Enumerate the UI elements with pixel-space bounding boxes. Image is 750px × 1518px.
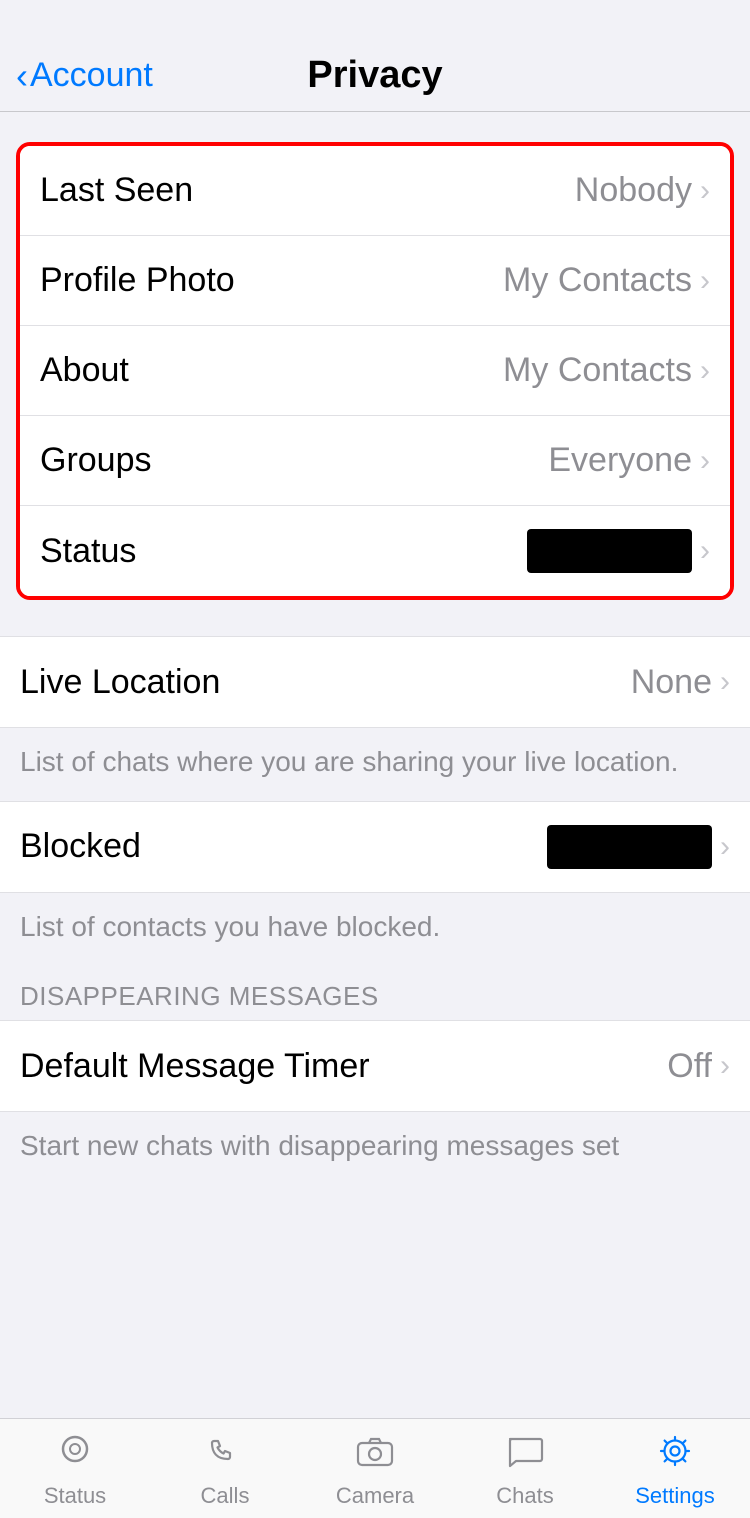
tab-chats[interactable]: Chats: [450, 1431, 600, 1509]
tab-chats-label: Chats: [496, 1483, 553, 1509]
blocked-item[interactable]: Blocked ›: [0, 802, 750, 892]
groups-label: Groups: [40, 441, 152, 480]
tab-camera[interactable]: Camera: [300, 1431, 450, 1509]
live-location-label: Live Location: [20, 663, 220, 702]
default-message-timer-value: Off: [667, 1047, 712, 1086]
status-chevron-icon: ›: [700, 534, 710, 568]
profile-photo-label: Profile Photo: [40, 261, 235, 300]
tab-bar: Status Calls Camera Chats: [0, 1418, 750, 1518]
live-location-right: None ›: [631, 663, 730, 702]
about-item[interactable]: About My Contacts ›: [20, 326, 730, 416]
privacy-items-group: Last Seen Nobody › Profile Photo My Cont…: [20, 146, 730, 596]
tab-status[interactable]: Status: [0, 1431, 150, 1509]
blocked-right: ›: [547, 825, 730, 869]
groups-item[interactable]: Groups Everyone ›: [20, 416, 730, 506]
live-location-value: None: [631, 663, 712, 702]
last-seen-item[interactable]: Last Seen Nobody ›: [20, 146, 730, 236]
last-seen-right: Nobody ›: [575, 171, 710, 210]
header: ‹ Account Privacy: [0, 0, 750, 112]
about-chevron-icon: ›: [700, 354, 710, 388]
back-label: Account: [30, 56, 153, 95]
status-tab-icon: [52, 1431, 98, 1478]
live-location-section: Live Location None ›: [0, 636, 750, 728]
about-value: My Contacts: [503, 351, 692, 390]
groups-chevron-icon: ›: [700, 444, 710, 478]
last-seen-value: Nobody: [575, 171, 692, 210]
profile-photo-right: My Contacts ›: [503, 261, 710, 300]
spacer-1: [0, 600, 750, 636]
tab-settings[interactable]: Settings: [600, 1431, 750, 1509]
last-seen-chevron-icon: ›: [700, 174, 710, 208]
status-item[interactable]: Status ›: [20, 506, 730, 596]
status-redacted-value: [527, 529, 692, 573]
status-label: Status: [40, 532, 136, 571]
live-location-chevron-icon: ›: [720, 665, 730, 699]
tab-calls[interactable]: Calls: [150, 1431, 300, 1509]
groups-value: Everyone: [548, 441, 692, 480]
blocked-chevron-icon: ›: [720, 830, 730, 864]
tab-status-label: Status: [44, 1483, 106, 1509]
back-chevron-icon: ‹: [16, 58, 28, 94]
default-message-timer-right: Off ›: [667, 1047, 730, 1086]
blocked-description: List of contacts you have blocked.: [0, 893, 750, 966]
groups-right: Everyone ›: [548, 441, 710, 480]
camera-tab-icon: [352, 1431, 398, 1478]
tab-settings-label: Settings: [635, 1483, 715, 1509]
about-right: My Contacts ›: [503, 351, 710, 390]
about-label: About: [40, 351, 129, 390]
chats-tab-icon: [502, 1431, 548, 1478]
default-message-timer-label: Default Message Timer: [20, 1047, 370, 1086]
disappearing-messages-section: Default Message Timer Off ›: [0, 1020, 750, 1112]
back-button[interactable]: ‹ Account: [16, 56, 153, 95]
live-location-item[interactable]: Live Location None ›: [0, 637, 750, 727]
calls-tab-icon: [202, 1431, 248, 1478]
blocked-section: Blocked ›: [0, 801, 750, 893]
blocked-redacted-value: [547, 825, 712, 869]
disappearing-messages-description: Start new chats with disappearing messag…: [0, 1112, 750, 1185]
status-right: ›: [527, 529, 710, 573]
last-seen-label: Last Seen: [40, 171, 193, 210]
default-message-timer-chevron-icon: ›: [720, 1049, 730, 1083]
privacy-section: Last Seen Nobody › Profile Photo My Cont…: [16, 142, 734, 600]
page-title: Privacy: [307, 54, 442, 97]
profile-photo-value: My Contacts: [503, 261, 692, 300]
tab-calls-label: Calls: [201, 1483, 250, 1509]
blocked-label: Blocked: [20, 827, 141, 866]
profile-photo-chevron-icon: ›: [700, 264, 710, 298]
default-message-timer-item[interactable]: Default Message Timer Off ›: [0, 1021, 750, 1111]
tab-camera-label: Camera: [336, 1483, 414, 1509]
live-location-description: List of chats where you are sharing your…: [0, 728, 750, 801]
settings-tab-icon: [652, 1431, 698, 1478]
profile-photo-item[interactable]: Profile Photo My Contacts ›: [20, 236, 730, 326]
disappearing-messages-header: DISAPPEARING MESSAGES: [0, 965, 750, 1020]
